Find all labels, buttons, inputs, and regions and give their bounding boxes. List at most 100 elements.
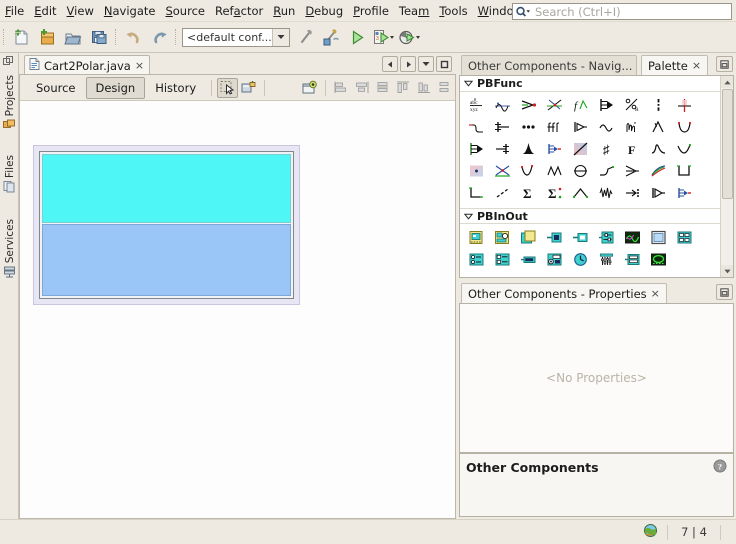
redo-button[interactable] [146,24,172,50]
palette-category-pbinout[interactable]: PBInOut [460,208,733,224]
l-step-icon[interactable] [463,182,489,204]
window-restore-icon[interactable] [3,56,14,70]
f-note-icon[interactable]: ♯ [593,138,619,160]
function-icon[interactable]: f [567,94,593,116]
menu-item-team[interactable]: Team [394,2,434,20]
panel-blue[interactable] [42,224,291,296]
tab-other-components-properties[interactable]: Other Components - Properties × [461,283,667,303]
help-icon[interactable]: ? [713,459,727,476]
tab-design[interactable]: Design [86,77,146,99]
form-designer-frame[interactable] [33,145,300,305]
dot-square-icon[interactable] [463,160,489,182]
debug-project-button[interactable]: 3 [370,24,396,50]
menu-item-run[interactable]: Run [268,2,300,20]
diagonal-gradient-icon[interactable] [567,138,593,160]
globe-icon[interactable] [643,523,658,541]
preview-design-button[interactable] [299,78,320,98]
step-curve-icon[interactable] [645,138,671,160]
check-curve-icon[interactable] [515,160,541,182]
lambda-icon[interactable] [645,116,671,138]
sine-wave-icon[interactable] [593,116,619,138]
align-left-button[interactable] [331,78,352,98]
scroll-up-button[interactable] [721,76,734,88]
ramp-icon[interactable] [593,160,619,182]
plus-cross-icon[interactable] [671,94,697,116]
configuration-combo[interactable]: <default conf... [182,28,290,47]
arrow-dots-icon[interactable] [619,182,645,204]
crossed-lines-icon[interactable] [489,160,515,182]
file-in-icon[interactable] [463,226,489,248]
tab-other-components-navigator[interactable]: Other Components - Navig... [461,55,637,75]
bar-right-icon[interactable] [489,138,515,160]
copy-pages-icon[interactable] [515,226,541,248]
menu-item-source[interactable]: Source [160,2,210,20]
connection-mode-button[interactable] [238,78,259,98]
oscilloscope-icon[interactable] [645,248,671,270]
sigma-icon[interactable]: Σ [515,182,541,204]
search-input[interactable]: Search (Ctrl+I) [512,3,732,20]
scroll-left-button[interactable] [382,56,398,72]
form-io-icon[interactable] [619,248,645,270]
sidebar-item-projects[interactable]: Projects [1,75,18,134]
tab-source[interactable]: Source [26,77,86,99]
close-icon[interactable]: × [135,59,144,72]
table-io-icon[interactable] [489,248,515,270]
close-icon[interactable]: × [651,287,660,300]
bold-f-icon[interactable]: F [619,138,645,160]
arrow-gate-icon[interactable] [593,94,619,116]
camera-io-icon[interactable] [541,248,567,270]
three-dots-icon[interactable] [515,116,541,138]
list-io-icon[interactable] [671,226,697,248]
align-right-button[interactable] [372,78,393,98]
minimize-window-button[interactable] [716,56,733,72]
sidebar-item-services[interactable]: Services [1,219,18,281]
u-curve-icon[interactable] [671,116,697,138]
dashed-line-icon[interactable] [489,182,515,204]
new-file-button[interactable] [8,24,34,50]
circle-slash-icon[interactable] [567,160,593,182]
scroll-right-button[interactable] [400,56,416,72]
vertical-dots-icon[interactable] [645,94,671,116]
abc-sort-icon[interactable]: abcxyz [463,94,489,116]
undo-button[interactable] [120,24,146,50]
chart-in-icon[interactable] [489,226,515,248]
peak-triangle-icon[interactable] [567,182,593,204]
menu-item-profile[interactable]: Profile [348,2,394,20]
scrollbar-thumb[interactable] [722,89,733,199]
input-box-icon[interactable] [541,226,567,248]
amp-gate-icon[interactable] [645,182,671,204]
panel-cyan[interactable] [42,154,291,223]
bus-out-icon[interactable] [541,138,567,160]
maximize-button[interactable] [436,56,452,72]
v-curve-icon[interactable] [463,116,489,138]
tab-list-button[interactable] [418,56,434,72]
bar-left-icon[interactable] [489,116,515,138]
design-canvas[interactable] [20,101,455,518]
noise-icon[interactable] [593,182,619,204]
zigzag-icon[interactable] [541,160,567,182]
chevron-down-icon[interactable] [272,29,289,46]
sidebar-item-files[interactable]: Files [1,155,18,196]
palette-panel[interactable]: PBFunc abcxyz f [459,75,734,278]
clean-build-button[interactable] [318,24,344,50]
clock-io-icon[interactable] [567,248,593,270]
mixer-io-icon[interactable] [593,248,619,270]
u-pulse-icon[interactable] [671,160,697,182]
output-box-icon[interactable] [567,226,593,248]
scroll-down-button[interactable] [721,265,734,277]
selection-mode-button[interactable] [217,78,238,98]
build-project-button[interactable] [292,24,318,50]
palette-scrollbar[interactable] [720,76,733,277]
align-top-button[interactable] [393,78,414,98]
menu-item-debug[interactable]: Debug [300,2,348,20]
bell-peak-icon[interactable] [515,138,541,160]
open-project-button[interactable] [60,24,86,50]
arrow-double-icon[interactable] [619,160,645,182]
chevron-down-icon[interactable] [464,210,473,223]
menu-item-edit[interactable]: Edit [29,2,61,20]
hand-wave-icon[interactable]: n [619,116,645,138]
menu-item-navigate[interactable]: Navigate [99,2,161,20]
menu-item-view[interactable]: View [62,2,99,20]
new-project-button[interactable] [34,24,60,50]
close-icon[interactable]: × [692,59,701,72]
